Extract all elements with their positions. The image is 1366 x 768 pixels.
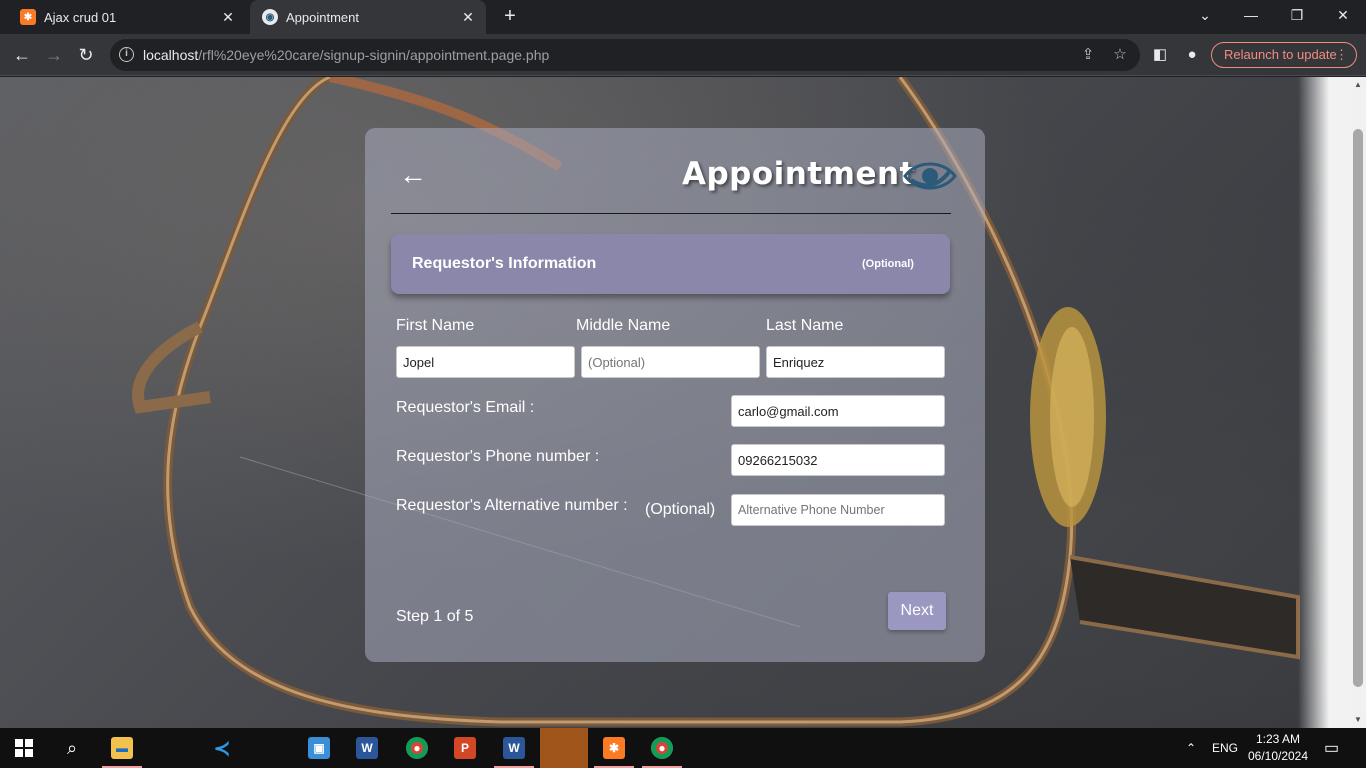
alt-phone-field[interactable] [731,494,945,526]
start-button[interactable] [0,728,48,768]
page-edge-fade [1298,77,1350,728]
taskbar-remote-desktop[interactable]: ▣ [295,728,343,768]
appointment-form-card: ← Appointment Requestor's Information (O… [365,128,985,662]
show-hidden-icons-chevron-icon[interactable]: ⌃ [1186,728,1196,768]
next-button[interactable]: Next [888,592,946,630]
taskbar-vscode[interactable]: ≺ [198,728,246,768]
word-icon: W [356,737,378,759]
page-title: Appointment [682,156,915,192]
windows-taskbar: ⌕ ▬ ≺ ▣ W ● P W ✱ ● ⌃ ENG 1:23 AM 06/10/… [0,728,1366,768]
step-indicator: Step 1 of 5 [396,608,474,625]
tab-title: Appointment [286,9,359,25]
restore-icon[interactable]: ❐ [1274,0,1320,30]
clock-time: 1:23 AM [1255,732,1301,746]
site-info-icon[interactable]: i [119,47,134,62]
taskbar-word-2[interactable]: W [490,728,538,768]
windows-start-icon [15,739,33,757]
taskbar-xampp[interactable]: ✱ [590,728,638,768]
powerpoint-icon: P [454,737,476,759]
close-window-icon[interactable]: ✕ [1320,0,1366,30]
section-title: Requestor's Information [412,255,597,272]
profile-icon[interactable]: ● [1181,44,1203,66]
taskbar-powerpoint[interactable]: P [441,728,489,768]
title-divider [391,213,951,214]
address-bar[interactable]: i localhost/rfl%20eye%20care/signup-sign… [110,39,1140,71]
back-arrow-icon[interactable]: ← [399,160,429,190]
last-name-label: Last Name [766,317,844,334]
xampp-icon: ✱ [20,9,36,25]
language-indicator[interactable]: ENG [1212,728,1238,768]
notification-center-icon[interactable]: ▭ [1324,728,1339,768]
browser-toolbar: ← → ↻ i localhost/rfl%20eye%20care/signu… [0,34,1366,76]
reload-icon[interactable]: ↻ [73,42,99,68]
eye-care-logo-icon [903,162,957,190]
browser-tab-strip: ✱ Ajax crud 01 ✕ ◉ Appointment ✕ + ⌄ — ❐… [0,0,1366,34]
last-name-field[interactable] [766,346,945,378]
page-scrollbar[interactable]: ▲ ▼ [1350,77,1366,728]
vscode-icon: ≺ [213,737,231,760]
tab-search-chevron-icon[interactable]: ⌄ [1182,0,1228,30]
middle-name-field[interactable] [581,346,760,378]
remote-desktop-icon: ▣ [308,737,330,759]
alt-phone-label: Requestor's Alternative number : [396,497,628,514]
window-controls: ⌄ — ❐ ✕ [1182,0,1366,30]
side-panel-icon[interactable]: ◧ [1149,44,1171,66]
minimize-icon[interactable]: — [1228,0,1274,30]
word-icon: W [503,737,525,759]
search-button[interactable]: ⌕ [48,728,96,768]
close-icon[interactable]: ✕ [456,9,480,26]
section-optional-note: (Optional) [862,258,914,270]
email-label: Requestor's Email : [396,399,535,416]
chrome-icon: ● [406,737,428,759]
xampp-icon: ✱ [603,737,625,759]
taskbar-word[interactable]: W [343,728,391,768]
search-icon: ⌕ [66,737,78,758]
tab-ajax-crud[interactable]: ✱ Ajax crud 01 ✕ [8,0,246,34]
taskbar-chrome-2[interactable]: ● [638,728,686,768]
back-icon[interactable]: ← [9,42,35,68]
more-menu-icon[interactable]: ⋮ [1335,43,1348,67]
section-header: Requestor's Information (Optional) [391,234,950,294]
chrome-icon: ● [651,737,673,759]
taskbar-file-explorer[interactable]: ▬ [98,728,146,768]
share-icon[interactable]: ⇪ [1078,45,1098,65]
forward-icon[interactable]: → [41,42,67,68]
scrollbar-thumb[interactable] [1353,129,1363,687]
system-clock[interactable]: 1:23 AM 06/10/2024 [1244,731,1312,765]
relaunch-label: Relaunch to update [1224,47,1337,62]
new-tab-icon[interactable]: + [498,4,522,28]
middle-name-label: Middle Name [576,317,671,334]
phone-field[interactable] [731,444,945,476]
clock-date: 06/10/2024 [1247,749,1309,763]
url-text[interactable]: localhost/rfl%20eye%20care/signup-signin… [143,47,549,63]
bookmark-star-icon[interactable]: ☆ [1110,45,1130,65]
page-viewport: ← Appointment Requestor's Information (O… [0,77,1366,728]
first-name-field[interactable] [396,346,575,378]
close-icon[interactable]: ✕ [216,9,240,26]
scroll-down-icon[interactable]: ▼ [1350,712,1366,728]
first-name-label: First Name [396,317,475,334]
taskbar-active-app[interactable] [540,728,588,768]
taskbar-chrome[interactable]: ● [393,728,441,768]
email-field[interactable] [731,395,945,427]
eye-logo-icon: ◉ [262,9,278,25]
relaunch-button[interactable]: Relaunch to update ⋮ [1211,42,1357,68]
scroll-up-icon[interactable]: ▲ [1350,77,1366,93]
alt-phone-optional-note: (Optional) [645,501,716,518]
phone-label: Requestor's Phone number : [396,448,600,465]
file-explorer-icon: ▬ [111,737,133,759]
tab-title: Ajax crud 01 [44,9,117,25]
tab-appointment[interactable]: ◉ Appointment ✕ [250,0,486,34]
